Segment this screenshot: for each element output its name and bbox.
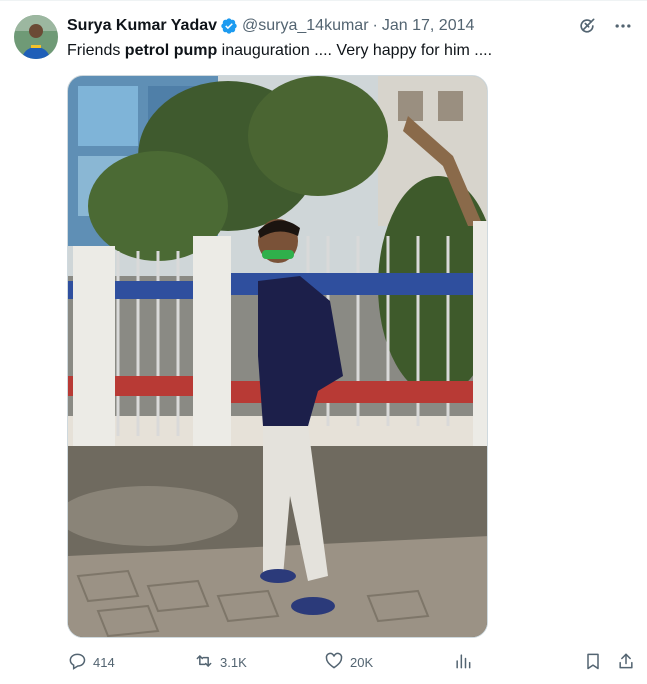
repost-button[interactable]: 3.1K	[194, 650, 247, 674]
like-count: 20K	[350, 654, 374, 670]
reply-icon	[67, 651, 87, 674]
like-icon	[324, 651, 344, 674]
bookmark-button[interactable]	[583, 650, 603, 674]
like-button[interactable]: 20K	[324, 650, 373, 674]
bookmark-icon	[583, 651, 603, 674]
tweet-text-bold: petrol pump	[124, 42, 218, 59]
author-handle[interactable]: @surya_14kumar	[242, 17, 369, 35]
views-button[interactable]	[453, 650, 473, 674]
tweet-date[interactable]: Jan 17, 2014	[382, 17, 475, 35]
tweet-header: Surya Kumar Yadav @surya_14kumar · Jan 1…	[67, 15, 474, 37]
tweet: Surya Kumar Yadav @surya_14kumar · Jan 1…	[0, 0, 647, 684]
author-name[interactable]: Surya Kumar Yadav	[67, 17, 217, 35]
avatar[interactable]	[14, 15, 58, 59]
repost-icon	[194, 651, 214, 674]
more-icon[interactable]	[611, 14, 635, 38]
verified-badge-icon	[220, 17, 238, 35]
tweet-top-icons	[575, 14, 635, 38]
separator-dot: ·	[372, 17, 378, 34]
tweet-text-pre: Friends	[67, 42, 125, 59]
views-icon	[453, 651, 473, 674]
share-button[interactable]	[616, 650, 636, 674]
tweet-text-post: inauguration .... Very happy for him ...…	[217, 42, 493, 59]
divider	[0, 0, 647, 1]
tweet-actions: 414 3.1K 20K	[67, 650, 633, 674]
tweet-text: Friends petrol pump inauguration .... Ve…	[67, 40, 492, 62]
reply-count: 414	[93, 654, 115, 670]
repost-count: 3.1K	[220, 654, 247, 670]
share-icon	[616, 651, 636, 674]
reply-button[interactable]: 414	[67, 650, 115, 674]
tweet-photo[interactable]	[67, 75, 488, 638]
grok-icon[interactable]	[575, 14, 599, 38]
